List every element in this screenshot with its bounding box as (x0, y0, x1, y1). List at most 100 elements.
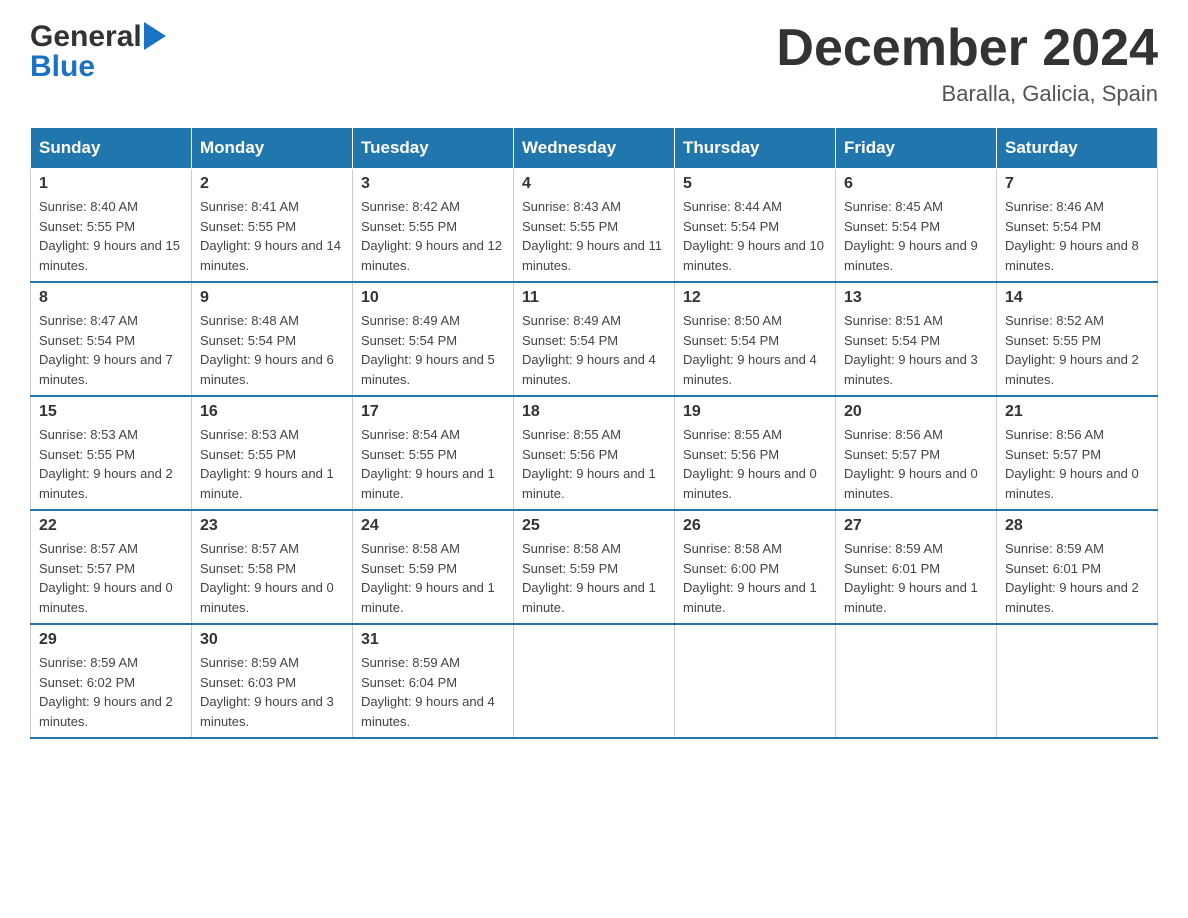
calendar-cell: 6 Sunrise: 8:45 AMSunset: 5:54 PMDaylight… (836, 169, 997, 283)
location-text: Baralla, Galicia, Spain (776, 81, 1158, 107)
day-number: 26 (683, 517, 827, 535)
calendar-cell: 24Sunrise: 8:58 AMSunset: 5:59 PMDayligh… (353, 510, 514, 624)
day-number: 15 (39, 403, 183, 421)
calendar-cell: 7 Sunrise: 8:46 AMSunset: 5:54 PMDaylight… (997, 169, 1158, 283)
calendar-cell: 20Sunrise: 8:56 AMSunset: 5:57 PMDayligh… (836, 396, 997, 510)
day-info: Sunrise: 8:48 AMSunset: 5:54 PMDaylight:… (200, 311, 344, 389)
day-info: Sunrise: 8:57 AMSunset: 5:57 PMDaylight:… (39, 539, 183, 617)
calendar-cell: 15 Sunrise: 8:53 AMSunset: 5:55 PMDayligh… (31, 396, 192, 510)
calendar-cell: 23 Sunrise: 8:57 AMSunset: 5:58 PMDayligh… (192, 510, 353, 624)
calendar-week-row: 1 Sunrise: 8:40 AMSunset: 5:55 PMDaylight… (31, 169, 1158, 283)
calendar-cell (675, 624, 836, 738)
day-number: 25 (522, 517, 666, 535)
day-number: 10 (361, 289, 505, 307)
day-info: Sunrise: 8:52 AMSunset: 5:55 PMDaylight:… (1005, 311, 1149, 389)
calendar-cell: 26 Sunrise: 8:58 AMSunset: 6:00 PMDayligh… (675, 510, 836, 624)
calendar-header-row: Sunday Monday Tuesday Wednesday Thursday… (31, 128, 1158, 169)
day-info: Sunrise: 8:55 AMSunset: 5:56 PMDaylight:… (522, 425, 666, 503)
calendar-cell: 30 Sunrise: 8:59 AMSunset: 6:03 PMDayligh… (192, 624, 353, 738)
calendar-cell: 13 Sunrise: 8:51 AMSunset: 5:54 PMDayligh… (836, 282, 997, 396)
logo: General Blue (30, 20, 166, 84)
calendar-week-row: 29 Sunrise: 8:59 AMSunset: 6:02 PMDayligh… (31, 624, 1158, 738)
header-tuesday: Tuesday (353, 128, 514, 169)
day-number: 23 (200, 517, 344, 535)
page-header: General Blue December 2024 Baralla, Gali… (30, 20, 1158, 107)
header-friday: Friday (836, 128, 997, 169)
day-info: Sunrise: 8:58 AMSunset: 5:59 PMDaylight:… (361, 539, 505, 617)
calendar-table: Sunday Monday Tuesday Wednesday Thursday… (30, 127, 1158, 739)
day-number: 3 (361, 175, 505, 193)
logo-blue-text: Blue (30, 50, 95, 84)
header-wednesday: Wednesday (514, 128, 675, 169)
day-info: Sunrise: 8:45 AMSunset: 5:54 PMDaylight:… (844, 197, 988, 275)
calendar-cell: 11Sunrise: 8:49 AMSunset: 5:54 PMDayligh… (514, 282, 675, 396)
calendar-cell: 29 Sunrise: 8:59 AMSunset: 6:02 PMDayligh… (31, 624, 192, 738)
day-number: 8 (39, 289, 183, 307)
calendar-cell: 4Sunrise: 8:43 AMSunset: 5:55 PMDaylight… (514, 169, 675, 283)
header-saturday: Saturday (997, 128, 1158, 169)
day-info: Sunrise: 8:51 AMSunset: 5:54 PMDaylight:… (844, 311, 988, 389)
day-number: 28 (1005, 517, 1149, 535)
day-info: Sunrise: 8:47 AMSunset: 5:54 PMDaylight:… (39, 311, 183, 389)
calendar-cell: 27 Sunrise: 8:59 AMSunset: 6:01 PMDayligh… (836, 510, 997, 624)
day-number: 18 (522, 403, 666, 421)
day-info: Sunrise: 8:59 AMSunset: 6:01 PMDaylight:… (844, 539, 988, 617)
day-info: Sunrise: 8:46 AMSunset: 5:54 PMDaylight:… (1005, 197, 1149, 275)
logo-general-text: General (30, 20, 142, 54)
calendar-week-row: 22 Sunrise: 8:57 AMSunset: 5:57 PMDayligh… (31, 510, 1158, 624)
day-number: 7 (1005, 175, 1149, 193)
day-info: Sunrise: 8:49 AMSunset: 5:54 PMDaylight:… (522, 311, 666, 389)
day-number: 31 (361, 631, 505, 649)
calendar-cell (997, 624, 1158, 738)
day-info: Sunrise: 8:59 AMSunset: 6:02 PMDaylight:… (39, 653, 183, 731)
calendar-cell: 28Sunrise: 8:59 AMSunset: 6:01 PMDayligh… (997, 510, 1158, 624)
day-number: 17 (361, 403, 505, 421)
day-info: Sunrise: 8:56 AMSunset: 5:57 PMDaylight:… (844, 425, 988, 503)
calendar-cell: 9 Sunrise: 8:48 AMSunset: 5:54 PMDaylight… (192, 282, 353, 396)
calendar-cell: 5Sunrise: 8:44 AMSunset: 5:54 PMDaylight… (675, 169, 836, 283)
day-info: Sunrise: 8:56 AMSunset: 5:57 PMDaylight:… (1005, 425, 1149, 503)
day-number: 1 (39, 175, 183, 193)
calendar-cell: 21Sunrise: 8:56 AMSunset: 5:57 PMDayligh… (997, 396, 1158, 510)
calendar-cell: 2 Sunrise: 8:41 AMSunset: 5:55 PMDaylight… (192, 169, 353, 283)
day-info: Sunrise: 8:53 AMSunset: 5:55 PMDaylight:… (200, 425, 344, 503)
day-number: 30 (200, 631, 344, 649)
calendar-cell: 31Sunrise: 8:59 AMSunset: 6:04 PMDayligh… (353, 624, 514, 738)
day-info: Sunrise: 8:40 AMSunset: 5:55 PMDaylight:… (39, 197, 183, 275)
day-number: 16 (200, 403, 344, 421)
calendar-cell: 1 Sunrise: 8:40 AMSunset: 5:55 PMDaylight… (31, 169, 192, 283)
day-number: 14 (1005, 289, 1149, 307)
calendar-cell: 19Sunrise: 8:55 AMSunset: 5:56 PMDayligh… (675, 396, 836, 510)
day-number: 29 (39, 631, 183, 649)
day-number: 4 (522, 175, 666, 193)
calendar-cell: 8 Sunrise: 8:47 AMSunset: 5:54 PMDaylight… (31, 282, 192, 396)
calendar-cell (514, 624, 675, 738)
header-monday: Monday (192, 128, 353, 169)
day-number: 27 (844, 517, 988, 535)
day-info: Sunrise: 8:58 AMSunset: 6:00 PMDaylight:… (683, 539, 827, 617)
calendar-cell: 3Sunrise: 8:42 AMSunset: 5:55 PMDaylight… (353, 169, 514, 283)
day-info: Sunrise: 8:49 AMSunset: 5:54 PMDaylight:… (361, 311, 505, 389)
day-info: Sunrise: 8:58 AMSunset: 5:59 PMDaylight:… (522, 539, 666, 617)
day-info: Sunrise: 8:57 AMSunset: 5:58 PMDaylight:… (200, 539, 344, 617)
calendar-cell: 12Sunrise: 8:50 AMSunset: 5:54 PMDayligh… (675, 282, 836, 396)
calendar-cell: 25 Sunrise: 8:58 AMSunset: 5:59 PMDayligh… (514, 510, 675, 624)
day-number: 6 (844, 175, 988, 193)
day-number: 22 (39, 517, 183, 535)
calendar-cell: 14 Sunrise: 8:52 AMSunset: 5:55 PMDayligh… (997, 282, 1158, 396)
header-thursday: Thursday (675, 128, 836, 169)
calendar-cell: 22 Sunrise: 8:57 AMSunset: 5:57 PMDayligh… (31, 510, 192, 624)
day-info: Sunrise: 8:54 AMSunset: 5:55 PMDaylight:… (361, 425, 505, 503)
title-section: December 2024 Baralla, Galicia, Spain (776, 20, 1158, 107)
day-number: 5 (683, 175, 827, 193)
calendar-cell: 17 Sunrise: 8:54 AMSunset: 5:55 PMDayligh… (353, 396, 514, 510)
day-info: Sunrise: 8:59 AMSunset: 6:03 PMDaylight:… (200, 653, 344, 731)
day-number: 13 (844, 289, 988, 307)
day-number: 2 (200, 175, 344, 193)
day-number: 12 (683, 289, 827, 307)
day-info: Sunrise: 8:41 AMSunset: 5:55 PMDaylight:… (200, 197, 344, 275)
calendar-cell: 18 Sunrise: 8:55 AMSunset: 5:56 PMDayligh… (514, 396, 675, 510)
header-sunday: Sunday (31, 128, 192, 169)
day-info: Sunrise: 8:53 AMSunset: 5:55 PMDaylight:… (39, 425, 183, 503)
day-number: 9 (200, 289, 344, 307)
